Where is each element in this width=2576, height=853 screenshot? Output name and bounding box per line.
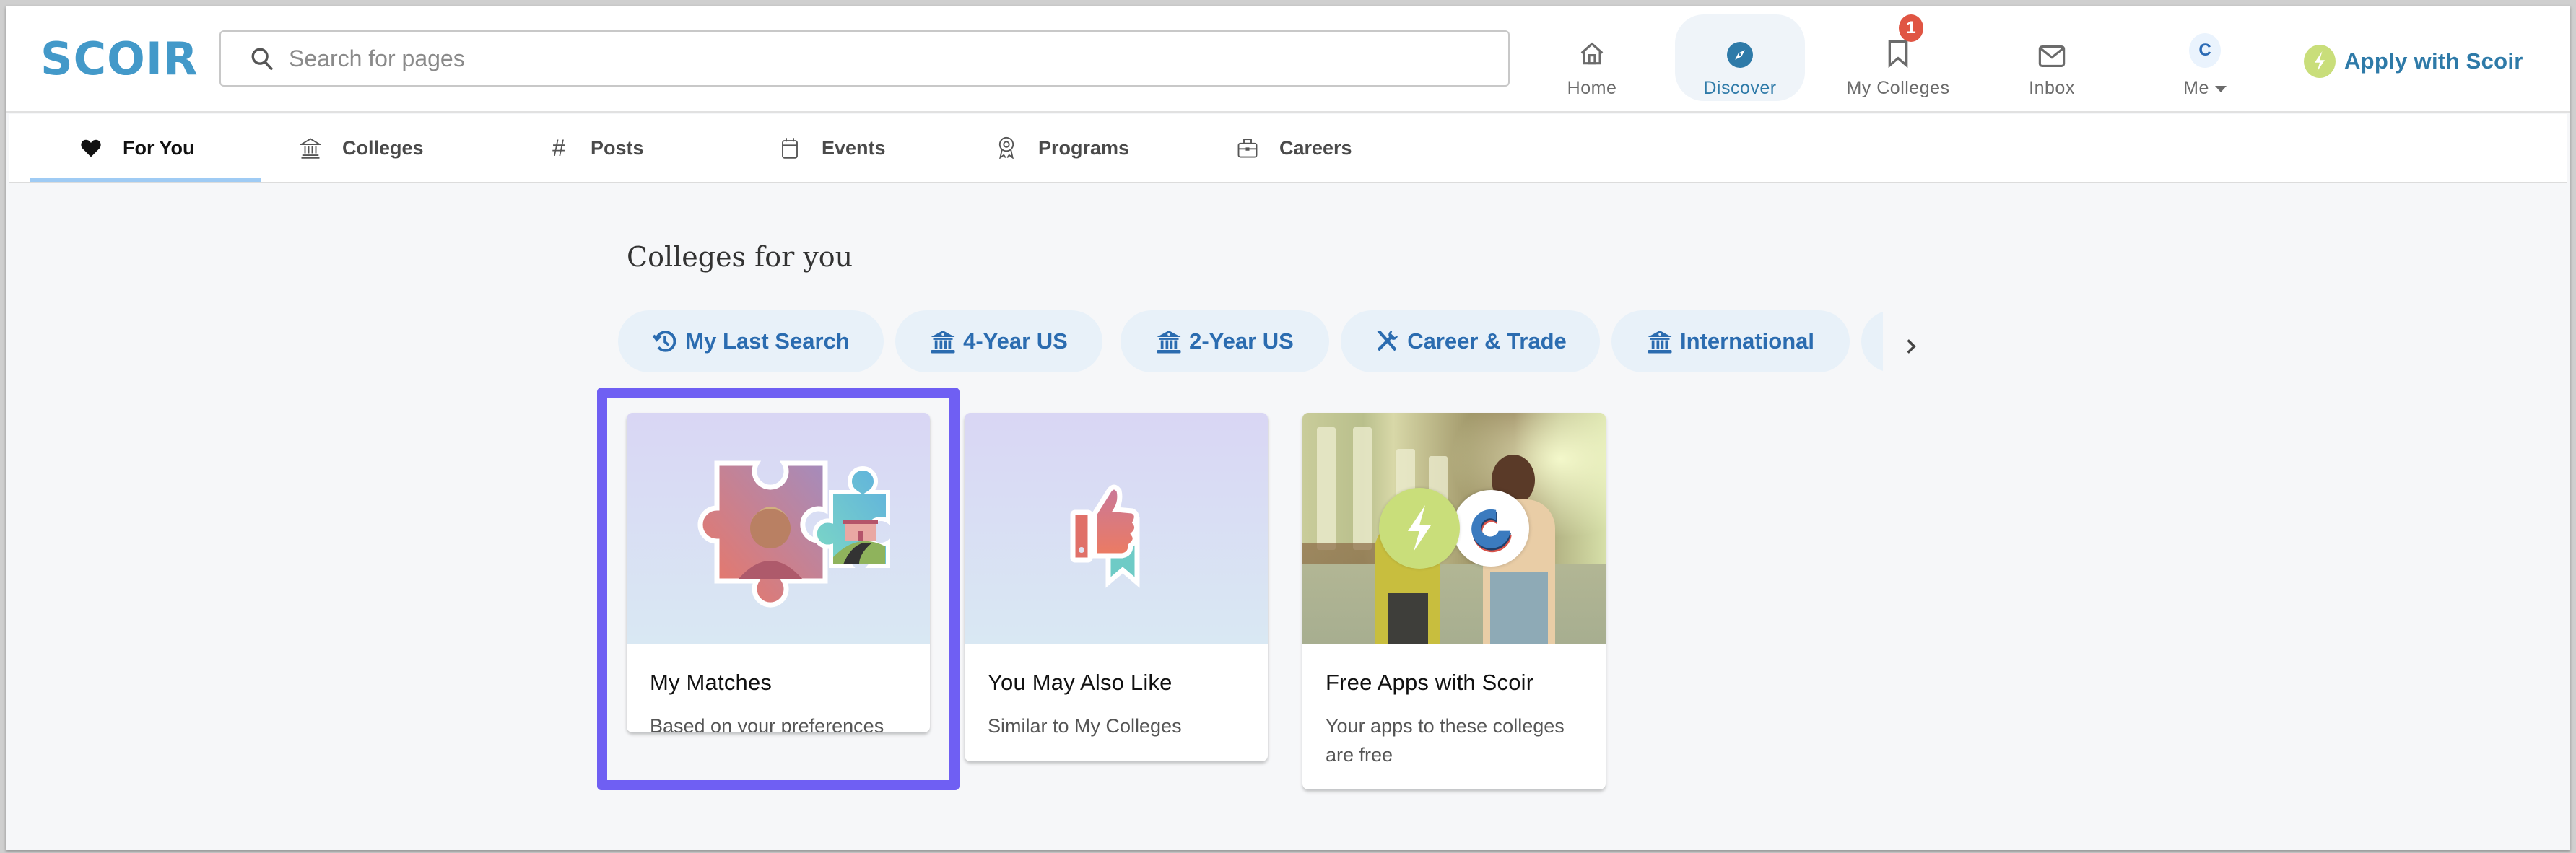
card-image xyxy=(627,413,930,644)
nav-my-colleges-label: My Colleges xyxy=(1846,78,1950,98)
tools-icon xyxy=(1377,331,1398,351)
nav-inbox-label: Inbox xyxy=(2029,78,2075,98)
card-free-apps-with-scoir[interactable]: Free Apps with Scoir Your apps to these … xyxy=(1302,413,1606,789)
chip-international[interactable]: International xyxy=(1611,310,1850,372)
page-heading: Colleges for you xyxy=(627,241,853,273)
search-box[interactable] xyxy=(219,30,1510,87)
institution-icon xyxy=(931,331,955,354)
search-input[interactable] xyxy=(289,45,1444,72)
nav-inbox[interactable]: Inbox xyxy=(1987,14,2117,101)
nav-discover[interactable]: Discover xyxy=(1675,14,1805,101)
apply-with-scoir-label: Apply with Scoir xyxy=(2344,48,2523,74)
hash-icon: # xyxy=(552,134,565,161)
tab-careers-label: Careers xyxy=(1279,136,1352,159)
nav-me-label: Me xyxy=(2183,78,2209,98)
filter-chip-row: My Last Search 4-Year US 2-Year US Caree… xyxy=(618,310,1883,372)
scoir-logo[interactable]: SCOIR xyxy=(40,37,199,82)
tab-colleges[interactable]: Colleges xyxy=(297,114,424,182)
tab-for-you-label: For You xyxy=(123,136,195,159)
card-subtitle: Your apps to these colleges are free xyxy=(1326,715,1565,766)
puzzle-match-illustration xyxy=(697,460,890,608)
top-navigation-bar: SCOIR Home Discover 1 My Colleges Inbox … xyxy=(6,6,2570,113)
tab-colleges-label: Colleges xyxy=(342,136,424,159)
app-window: SCOIR Home Discover 1 My Colleges Inbox … xyxy=(6,6,2570,850)
card-title: You May Also Like xyxy=(988,670,1172,695)
nav-home[interactable]: Home xyxy=(1527,14,1657,101)
chip-my-last-search[interactable]: My Last Search xyxy=(618,310,884,372)
section-tabs: For You Colleges # Posts Events Programs… xyxy=(9,114,2567,183)
chevron-right-icon xyxy=(1907,339,1916,354)
nav-discover-label: Discover xyxy=(1703,78,1777,98)
institution-icon xyxy=(1648,331,1672,354)
scoir-logo-icon xyxy=(1453,490,1529,567)
institution-icon xyxy=(1157,331,1181,354)
tab-posts[interactable]: # Posts xyxy=(546,114,644,182)
card-title: Free Apps with Scoir xyxy=(1326,670,1534,695)
active-tab-indicator xyxy=(30,178,261,182)
tab-programs[interactable]: Programs xyxy=(993,114,1129,182)
lightning-icon xyxy=(1379,488,1460,569)
tab-for-you[interactable]: For You xyxy=(78,114,195,182)
chip-label: 4-Year US xyxy=(963,328,1068,354)
award-icon xyxy=(998,136,1014,159)
card-subtitle: Based on your preferences xyxy=(650,715,884,732)
chip-more-partial[interactable] xyxy=(1861,310,1883,372)
briefcase-icon xyxy=(1237,139,1258,158)
calendar-icon xyxy=(782,138,798,159)
chip-label: International xyxy=(1679,328,1814,354)
nav-me-label-wrap: Me xyxy=(2183,78,2227,99)
chip-4-year-us[interactable]: 4-Year US xyxy=(895,310,1102,372)
tab-careers[interactable]: Careers xyxy=(1235,114,1352,182)
notification-badge: 1 xyxy=(1899,14,1923,42)
envelope-icon xyxy=(2038,45,2066,68)
card-you-may-also-like[interactable]: You May Also Like Similar to My Colleges xyxy=(965,413,1268,761)
card-image xyxy=(965,413,1268,644)
chip-career-trade[interactable]: Career & Trade xyxy=(1341,310,1600,372)
scroll-right-button[interactable] xyxy=(1900,332,1922,361)
bookmark-icon xyxy=(1888,40,1908,68)
tab-events-label: Events xyxy=(822,136,886,159)
avatar: C xyxy=(2189,33,2221,68)
home-icon xyxy=(1580,42,1604,65)
chip-label: 2-Year US xyxy=(1189,328,1294,354)
card-image xyxy=(1302,413,1606,644)
institution-icon xyxy=(300,138,321,159)
card-my-matches[interactable]: My Matches Based on your preferences xyxy=(627,413,930,732)
chip-label: Career & Trade xyxy=(1407,328,1567,354)
compass-icon xyxy=(1727,42,1753,68)
apply-with-scoir-button[interactable]: Apply with Scoir xyxy=(2304,45,2523,78)
nav-my-colleges[interactable]: 1 My Colleges xyxy=(1833,14,1963,101)
tab-events[interactable]: Events xyxy=(777,114,886,182)
history-icon xyxy=(652,331,676,352)
tab-posts-label: Posts xyxy=(591,136,644,159)
caret-down-icon xyxy=(2214,85,2227,92)
heart-icon xyxy=(81,139,101,157)
card-subtitle: Similar to My Colleges xyxy=(988,715,1182,737)
thumbs-up-bookmark-illustration xyxy=(1070,484,1140,588)
tab-programs-label: Programs xyxy=(1038,136,1130,159)
nav-me[interactable]: C Me xyxy=(2140,14,2270,101)
card-title: My Matches xyxy=(650,670,773,695)
nav-home-label: Home xyxy=(1567,78,1617,98)
search-icon xyxy=(251,48,273,71)
chip-2-year-us[interactable]: 2-Year US xyxy=(1121,310,1329,372)
lightning-icon xyxy=(2304,45,2336,78)
chip-label: My Last Search xyxy=(685,328,850,354)
